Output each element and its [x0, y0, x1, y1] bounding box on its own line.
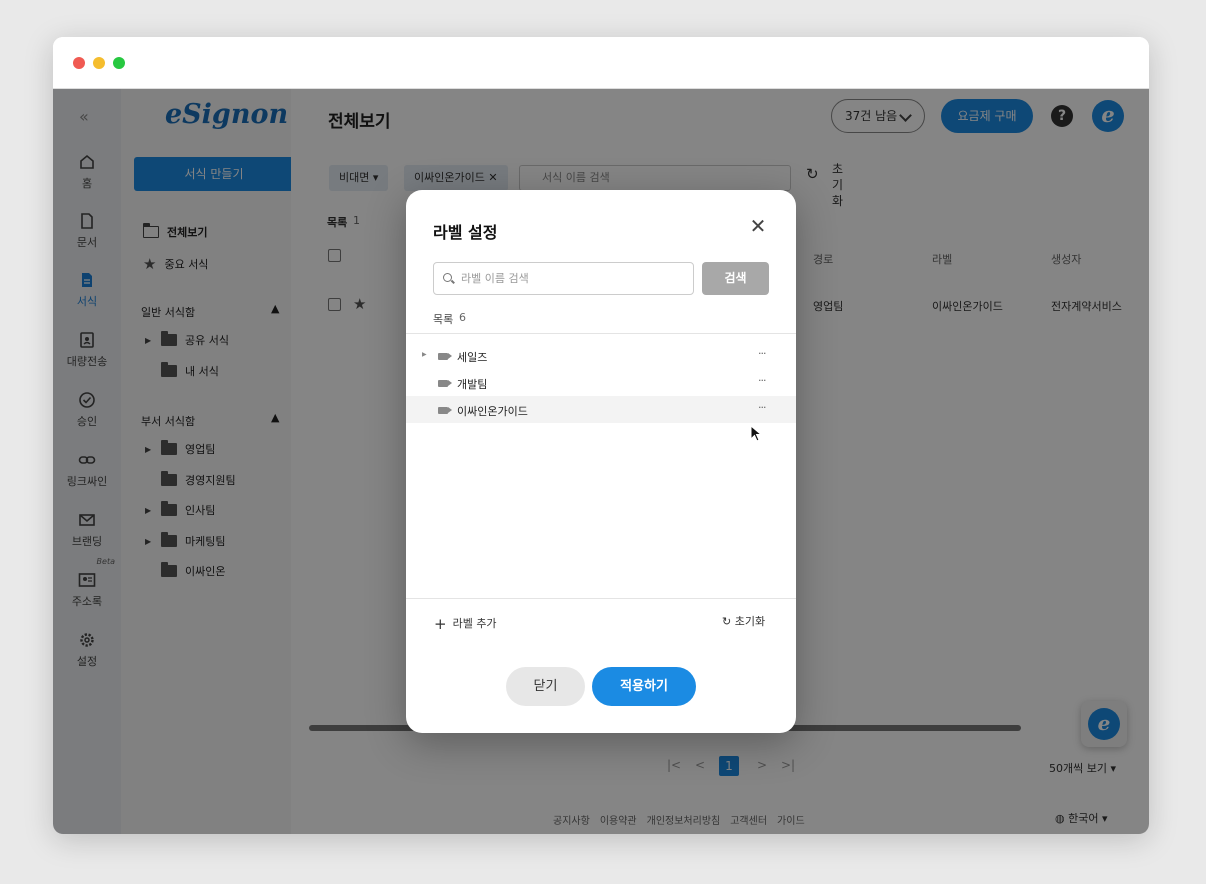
search-icon [443, 273, 452, 282]
more-icon[interactable]: ··· [758, 401, 766, 414]
label-settings-modal: 라벨 설정 ✕ 라벨 이름 검색 검색 목록 6 ▶ 세일즈 ··· 개발팀 ·… [406, 190, 796, 733]
minimize-window-dot[interactable] [93, 57, 105, 69]
apply-button[interactable]: 적용하기 [592, 667, 696, 706]
mouse-cursor-icon [750, 425, 762, 442]
add-label-text: 라벨 추가 [452, 617, 497, 630]
maximize-window-dot[interactable] [113, 57, 125, 69]
label-row-dev[interactable]: 개발팀 ··· [406, 369, 796, 396]
label-name: 세일즈 [457, 351, 488, 364]
more-icon[interactable]: ··· [758, 347, 766, 360]
modal-list-label: 목록 [433, 313, 454, 326]
tag-icon [438, 353, 452, 360]
add-label-button[interactable]: + 라벨 추가 [434, 615, 497, 633]
divider [406, 333, 796, 334]
more-icon[interactable]: ··· [758, 374, 766, 387]
label-search-button[interactable]: 검색 [702, 262, 769, 295]
modal-title: 라벨 설정 [433, 223, 498, 242]
tag-icon [438, 380, 452, 387]
search-placeholder: 라벨 이름 검색 [461, 272, 529, 285]
label-row-sales[interactable]: ▶ 세일즈 ··· [406, 342, 796, 369]
modal-reset-button[interactable]: ↻ 초기화 [722, 613, 765, 629]
divider [406, 598, 796, 599]
expand-arrow-icon[interactable]: ▶ [422, 351, 427, 358]
modal-list-count: 6 [459, 311, 466, 324]
refresh-icon: ↻ [722, 615, 732, 628]
label-row-guide[interactable]: 이싸인온가이드 ··· [406, 396, 796, 423]
title-bar [53, 37, 1149, 89]
plus-icon: + [434, 615, 447, 633]
close-icon[interactable]: ✕ [748, 216, 768, 236]
label-search-input[interactable]: 라벨 이름 검색 [433, 262, 694, 295]
close-window-dot[interactable] [73, 57, 85, 69]
close-button[interactable]: 닫기 [506, 667, 585, 706]
reset-text: 초기화 [734, 615, 766, 628]
label-name: 이싸인온가이드 [457, 405, 528, 418]
label-name: 개발팀 [457, 378, 488, 391]
tag-icon [438, 407, 452, 414]
